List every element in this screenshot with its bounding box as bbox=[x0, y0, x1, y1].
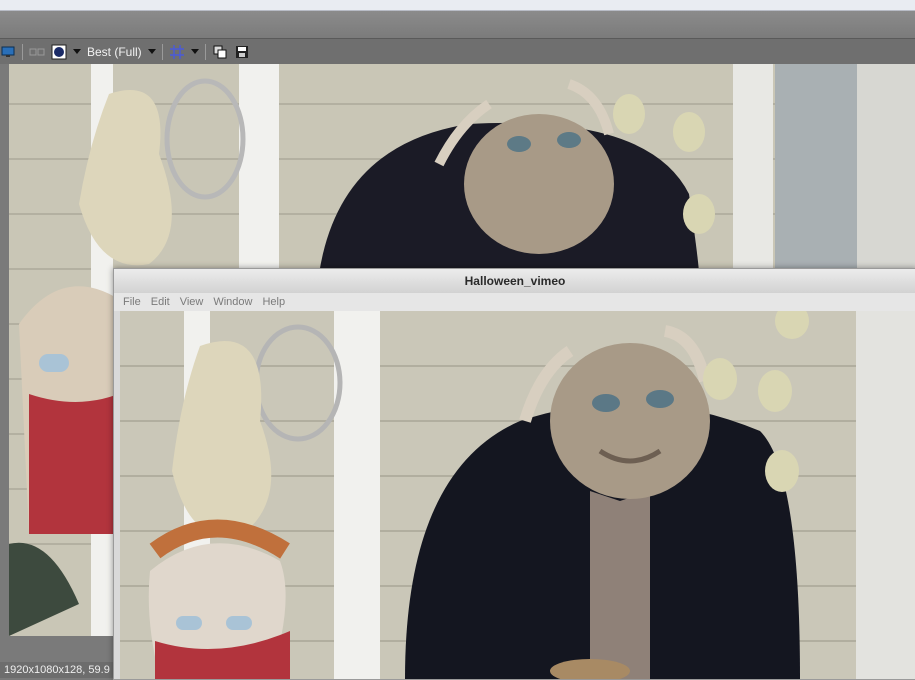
save-snapshot-icon[interactable] bbox=[234, 44, 250, 60]
external-preview-window: Halloween_vimeo File Edit View Window He… bbox=[113, 268, 915, 680]
copy-snapshot-icon[interactable] bbox=[212, 44, 228, 60]
grid-dropdown-icon[interactable] bbox=[190, 49, 199, 54]
grid-icon[interactable] bbox=[169, 44, 185, 60]
menu-edit[interactable]: Edit bbox=[146, 296, 175, 308]
toolbar-separator bbox=[204, 43, 206, 60]
toolbar-separator bbox=[161, 43, 163, 60]
window-menubar: File Edit View Window Help bbox=[114, 293, 915, 311]
toolbar-separator bbox=[22, 43, 23, 60]
split-view-icon[interactable] bbox=[29, 44, 45, 60]
quality-dropdown-icon[interactable] bbox=[147, 49, 156, 54]
window-video-frame bbox=[120, 311, 915, 679]
menu-file[interactable]: File bbox=[118, 296, 146, 308]
monitor-icon[interactable] bbox=[0, 44, 16, 60]
top-strip bbox=[0, 0, 915, 11]
menu-help[interactable]: Help bbox=[257, 296, 290, 308]
menu-window[interactable]: Window bbox=[208, 296, 257, 308]
window-title[interactable]: Halloween_vimeo bbox=[114, 269, 915, 293]
menu-view[interactable]: View bbox=[175, 296, 209, 308]
status-text: 1920x1080x128, 59.9 bbox=[0, 662, 120, 678]
overlay-icon[interactable] bbox=[51, 44, 67, 60]
overlay-dropdown-icon[interactable] bbox=[73, 49, 81, 54]
header-band bbox=[0, 11, 915, 39]
preview-toolbar: Best (Full) bbox=[0, 39, 915, 64]
quality-select[interactable]: Best (Full) bbox=[87, 45, 142, 59]
